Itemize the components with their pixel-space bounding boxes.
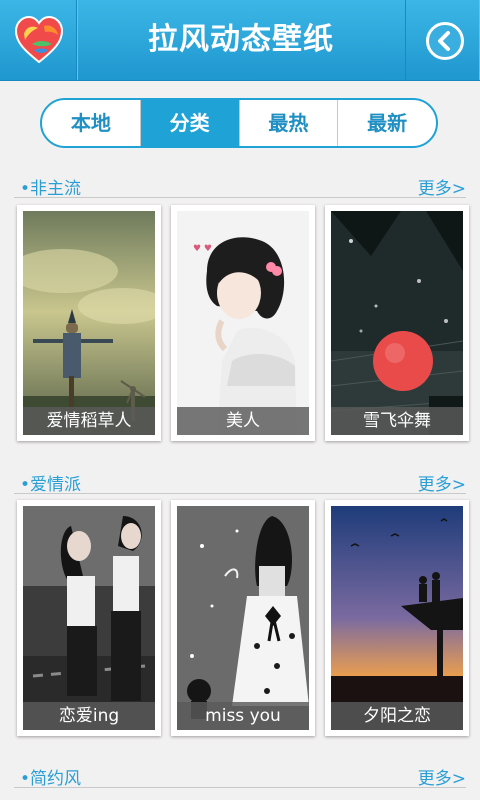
wallpaper-caption: 雪飞伞舞	[331, 407, 463, 435]
wallpaper-thumbnail	[331, 506, 463, 730]
more-link-simple[interactable]: 更多>	[418, 764, 466, 789]
heart-logo-icon	[14, 15, 64, 64]
wallpaper-card[interactable]: 夕阳之恋	[325, 500, 469, 736]
wallpaper-card[interactable]: miss you	[171, 500, 315, 736]
back-button[interactable]	[426, 22, 464, 60]
wallpaper-caption: 夕阳之恋	[331, 702, 463, 730]
wallpaper-thumbnail	[331, 211, 463, 435]
category-tabs: 本地 分类 最热 最新	[40, 98, 438, 148]
wallpaper-thumbnail	[23, 211, 155, 435]
tab-category[interactable]: 分类	[140, 100, 240, 146]
section-divider	[14, 493, 466, 494]
wallpaper-card[interactable]: 爱情稻草人	[17, 205, 161, 441]
section-title-simple: •简约风	[20, 769, 82, 789]
section-title-love: •爱情派	[20, 475, 82, 495]
tab-hottest[interactable]: 最热	[240, 100, 339, 146]
wallpaper-card[interactable]: 恋爱ing	[17, 500, 161, 736]
title-bar: 拉风动态壁纸	[0, 0, 480, 81]
wallpaper-card[interactable]: 雪飞伞舞	[325, 205, 469, 441]
svg-text:♥ ♥: ♥ ♥	[193, 244, 212, 254]
wallpaper-caption: 美人	[177, 407, 309, 435]
wallpaper-card[interactable]: ♥ ♥ 美人	[171, 205, 315, 441]
section-divider	[14, 787, 466, 788]
wallpaper-caption: miss you	[177, 702, 309, 730]
more-link-nonmainstream[interactable]: 更多>	[418, 174, 466, 199]
app-title: 拉风动态壁纸	[148, 22, 334, 57]
more-link-love[interactable]: 更多>	[418, 470, 466, 495]
section-divider	[14, 197, 466, 198]
tab-newest[interactable]: 最新	[338, 100, 436, 146]
tab-local[interactable]: 本地	[42, 100, 141, 146]
back-area[interactable]	[405, 0, 480, 80]
section-title-nonmainstream: •非主流	[20, 179, 82, 199]
wallpaper-thumbnail	[177, 506, 309, 730]
logo-area	[0, 0, 77, 80]
back-arrow-icon	[438, 31, 450, 51]
wallpaper-thumbnail	[23, 506, 155, 730]
wallpaper-thumbnail: ♥ ♥	[177, 211, 309, 435]
wallpaper-caption: 爱情稻草人	[23, 407, 155, 435]
wallpaper-caption: 恋爱ing	[23, 702, 155, 730]
